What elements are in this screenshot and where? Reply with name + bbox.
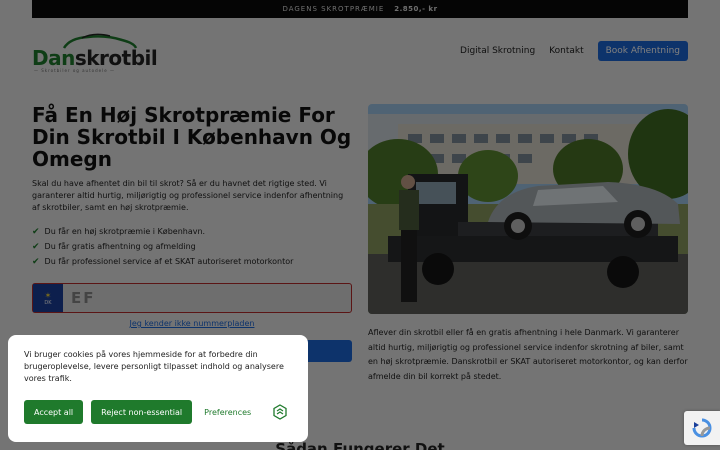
recaptcha-icon — [692, 418, 712, 438]
recaptcha-badge[interactable] — [684, 411, 720, 445]
cookie-message: Vi bruger cookies på vores hjemmeside fo… — [24, 350, 284, 383]
reject-non-essential-button[interactable]: Reject non-essential — [91, 400, 193, 424]
cookie-actions: Accept all Reject non-essential Preferen… — [24, 400, 251, 424]
cookie-banner: Vi bruger cookies på vores hjemmeside fo… — [8, 335, 308, 442]
accept-all-button[interactable]: Accept all — [24, 400, 84, 424]
preferences-link[interactable]: Preferences — [204, 408, 251, 417]
cookie-settings-icon[interactable] — [272, 404, 288, 420]
